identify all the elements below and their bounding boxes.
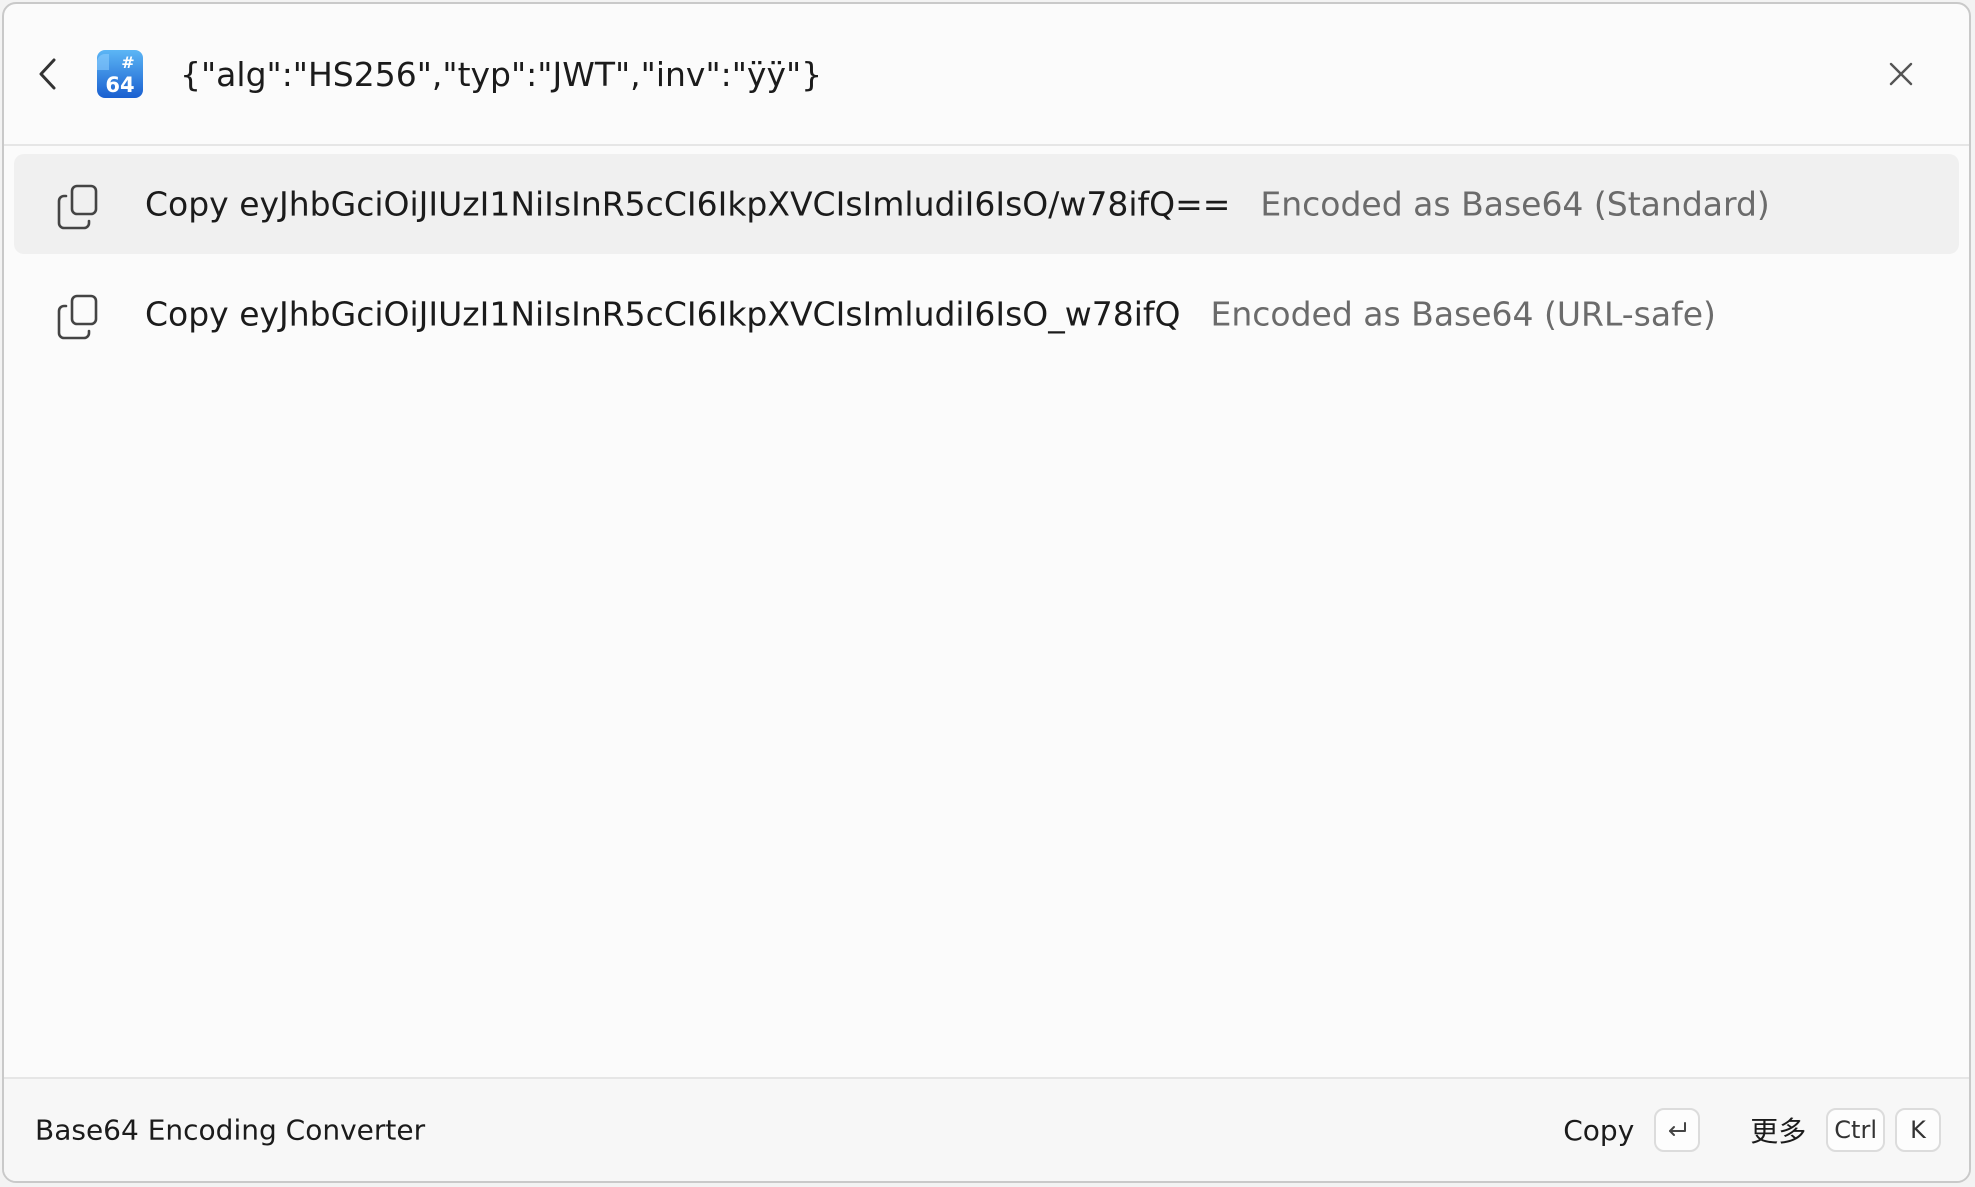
result-item-base64-url-safe[interactable]: Copy eyJhbGciOiJIUzI1NiIsInR5cCI6IkpXVCI… (14, 264, 1959, 364)
copy-action-button[interactable]: Copy (1563, 1114, 1634, 1147)
command-palette-window: # 64 Copy eyJhbGciOiJIUzI1NiIsInR5cCI6Ik… (2, 2, 1971, 1183)
copy-icon (57, 184, 98, 230)
base64-app-icon: # 64 (95, 48, 145, 100)
back-button[interactable] (30, 54, 66, 94)
search-header: # 64 (4, 4, 1969, 146)
more-actions-button[interactable]: 更多 (1750, 1110, 1806, 1150)
search-input[interactable] (180, 44, 1780, 104)
footer-title: Base64 Encoding Converter (35, 1113, 426, 1147)
result-text: Copy eyJhbGciOiJIUzI1NiIsInR5cCI6IkpXVCI… (145, 295, 1716, 334)
k-key-hint: K (1895, 1108, 1941, 1152)
app-icon-badge-bottom: 64 (105, 73, 134, 97)
footer-actions: Copy 更多 Ctrl K (1563, 1108, 1941, 1152)
result-text: Copy eyJhbGciOiJIUzI1NiIsInR5cCI6IkpXVCI… (145, 185, 1770, 224)
result-title: Copy eyJhbGciOiJIUzI1NiIsInR5cCI6IkpXVCI… (145, 184, 1231, 224)
enter-key-icon (1669, 1122, 1687, 1136)
close-button[interactable] (1881, 54, 1921, 94)
result-subtitle: Encoded as Base64 (Standard) (1260, 184, 1770, 224)
result-item-base64-standard[interactable]: Copy eyJhbGciOiJIUzI1NiIsInR5cCI6IkpXVCI… (14, 154, 1959, 254)
result-list: Copy eyJhbGciOiJIUzI1NiIsInR5cCI6IkpXVCI… (14, 154, 1959, 374)
app-icon-badge-top: # (121, 53, 134, 72)
footer-bar: Base64 Encoding Converter Copy 更多 Ctrl K (4, 1077, 1969, 1181)
chevron-left-icon (39, 58, 56, 90)
enter-key-hint (1654, 1108, 1701, 1152)
ctrl-key-hint: Ctrl (1826, 1108, 1885, 1152)
result-title: Copy eyJhbGciOiJIUzI1NiIsInR5cCI6IkpXVCI… (145, 294, 1181, 334)
copy-icon (57, 294, 98, 340)
close-icon (1889, 62, 1913, 86)
result-subtitle: Encoded as Base64 (URL-safe) (1210, 294, 1716, 334)
